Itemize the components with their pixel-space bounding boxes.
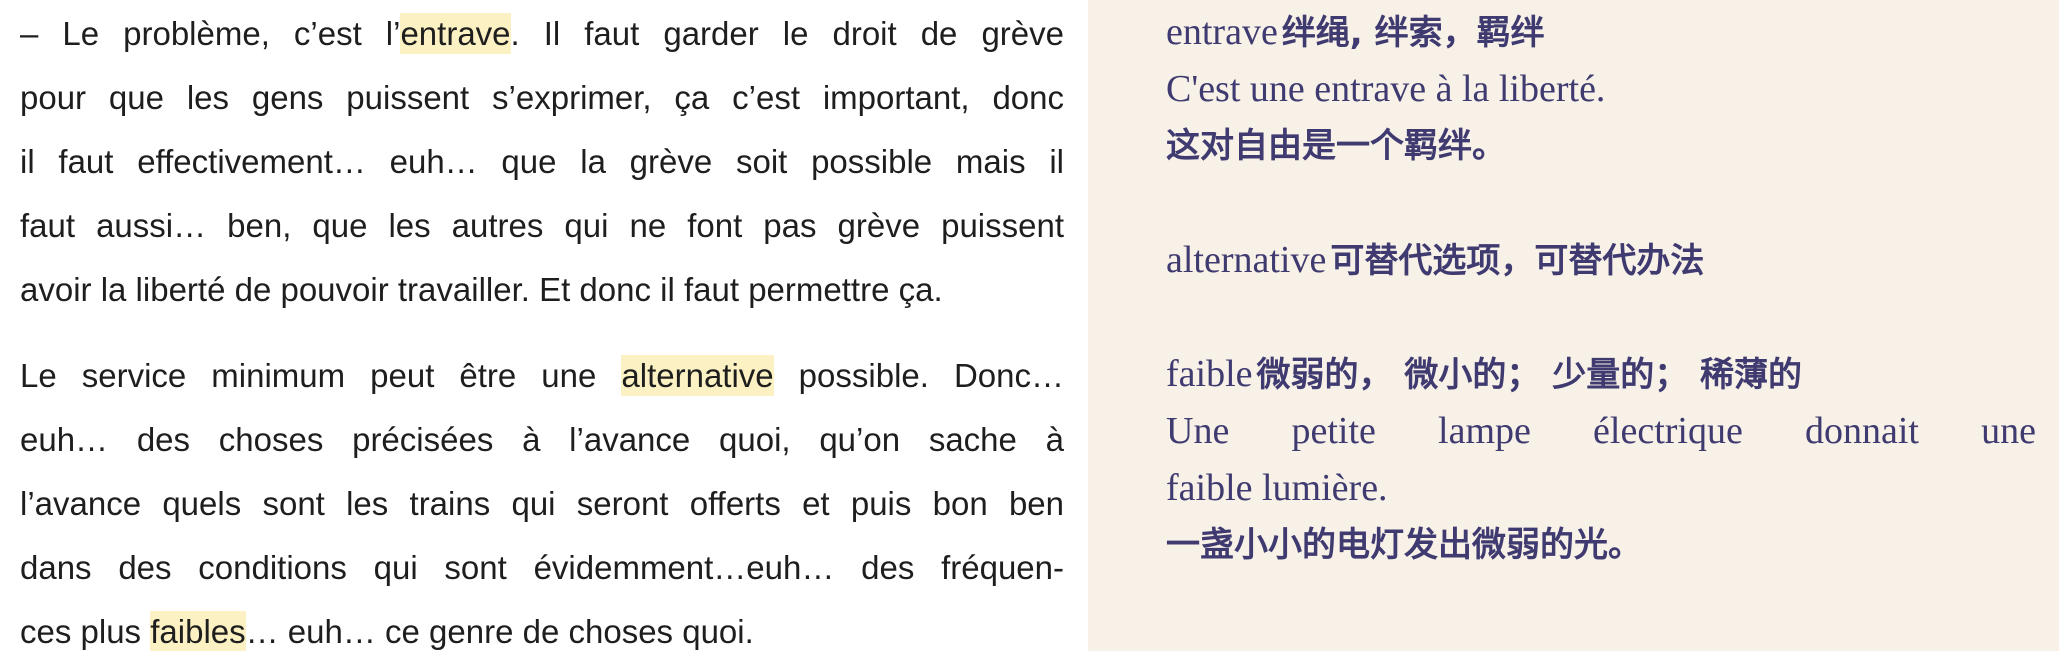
vocab-headline: entrave 绊绳, 绊索，羁绊 <box>1166 4 2059 61</box>
vocab-gap <box>1166 289 2059 346</box>
vocab-example-chinese: 这对自由是一个羁绊。 <box>1166 126 1506 166</box>
passage-line: il faut effectivement… euh… que la grève… <box>20 143 1064 180</box>
vocab-example-french: faible lumière. <box>1166 467 1388 509</box>
vocab-meaning: 可替代选项，可替代办法 <box>1330 241 1705 281</box>
passage-text: … euh… ce genre de choses quoi. <box>245 613 754 650</box>
text-passage-panel: – Le problème, c’est l’entrave. Il faut … <box>0 0 1088 651</box>
vocab-entry-entrave: entrave 绊绳, 绊索，羁绊 C'est une entrave à la… <box>1166 4 2059 175</box>
passage-paragraph-1: – Le problème, c’est l’entrave. Il faut … <box>20 2 1088 322</box>
vocab-headline: alternative 可替代选项，可替代办法 <box>1166 232 2059 289</box>
highlighted-word-entrave: entrave <box>400 13 511 54</box>
passage-text: – Le problème, c’est l’ <box>20 15 401 52</box>
passage-text: Le service minimum peut être une <box>20 357 622 394</box>
vocab-word: faible <box>1166 353 1253 395</box>
vocab-gap <box>1166 175 2059 232</box>
vocab-example-french: C'est une entrave à la liberté. <box>1166 68 1606 110</box>
vocab-word: entrave <box>1166 11 1278 53</box>
highlighted-word-alternative: alternative <box>621 355 774 396</box>
passage-line: avoir la liberté de pouvoir travailler. … <box>20 271 943 308</box>
vocab-entry-alternative: alternative 可替代选项，可替代办法 <box>1166 232 2059 289</box>
passage-line: – Le problème, c’est l’entrave. Il faut … <box>20 2 1064 66</box>
vocabulary-panel: entrave 绊绳, 绊索，羁绊 C'est une entrave à la… <box>1088 0 2059 651</box>
highlighted-word-faibles: faibles <box>150 611 246 651</box>
passage-line: dans des conditions qui sont évidemment…… <box>20 549 1064 586</box>
passage-text: ces plus <box>20 613 151 650</box>
vocab-meaning: 绊绳, 绊索，羁绊 <box>1281 13 1545 53</box>
vocab-headline: faible 微弱的， 微小的； 少量的； 稀薄的 <box>1166 346 2059 403</box>
passage-text: possible. Donc… <box>773 357 1064 394</box>
passage-line: Le service minimum peut être une alterna… <box>20 344 1064 408</box>
passage-line: pour que les gens puissent s’exprimer, ç… <box>20 79 1064 116</box>
passage-text: . Il faut garder le droit de grève <box>510 15 1064 52</box>
passage-paragraph-2: Le service minimum peut être une alterna… <box>20 344 1088 651</box>
vocab-word: alternative <box>1166 239 1327 281</box>
vocab-entry-faible: faible 微弱的， 微小的； 少量的； 稀薄的 Une petite lam… <box>1166 346 2059 574</box>
passage-line: faut aussi… ben, que les autres qui ne f… <box>20 207 1064 244</box>
passage-line: ces plus faibles… euh… ce genre de chose… <box>20 600 1088 651</box>
vocab-example-french: Une petite lampe électrique donnait une <box>1166 410 2036 452</box>
passage-line: l’avance quels sont les trains qui seron… <box>20 485 1064 522</box>
passage-line: euh… des choses précisées à l’avance quo… <box>20 421 1064 458</box>
vocab-example-chinese: 一盏小小的电灯发出微弱的光。 <box>1166 525 1642 565</box>
vocab-meaning: 微弱的， 微小的； 少量的； 稀薄的 <box>1256 355 1803 395</box>
